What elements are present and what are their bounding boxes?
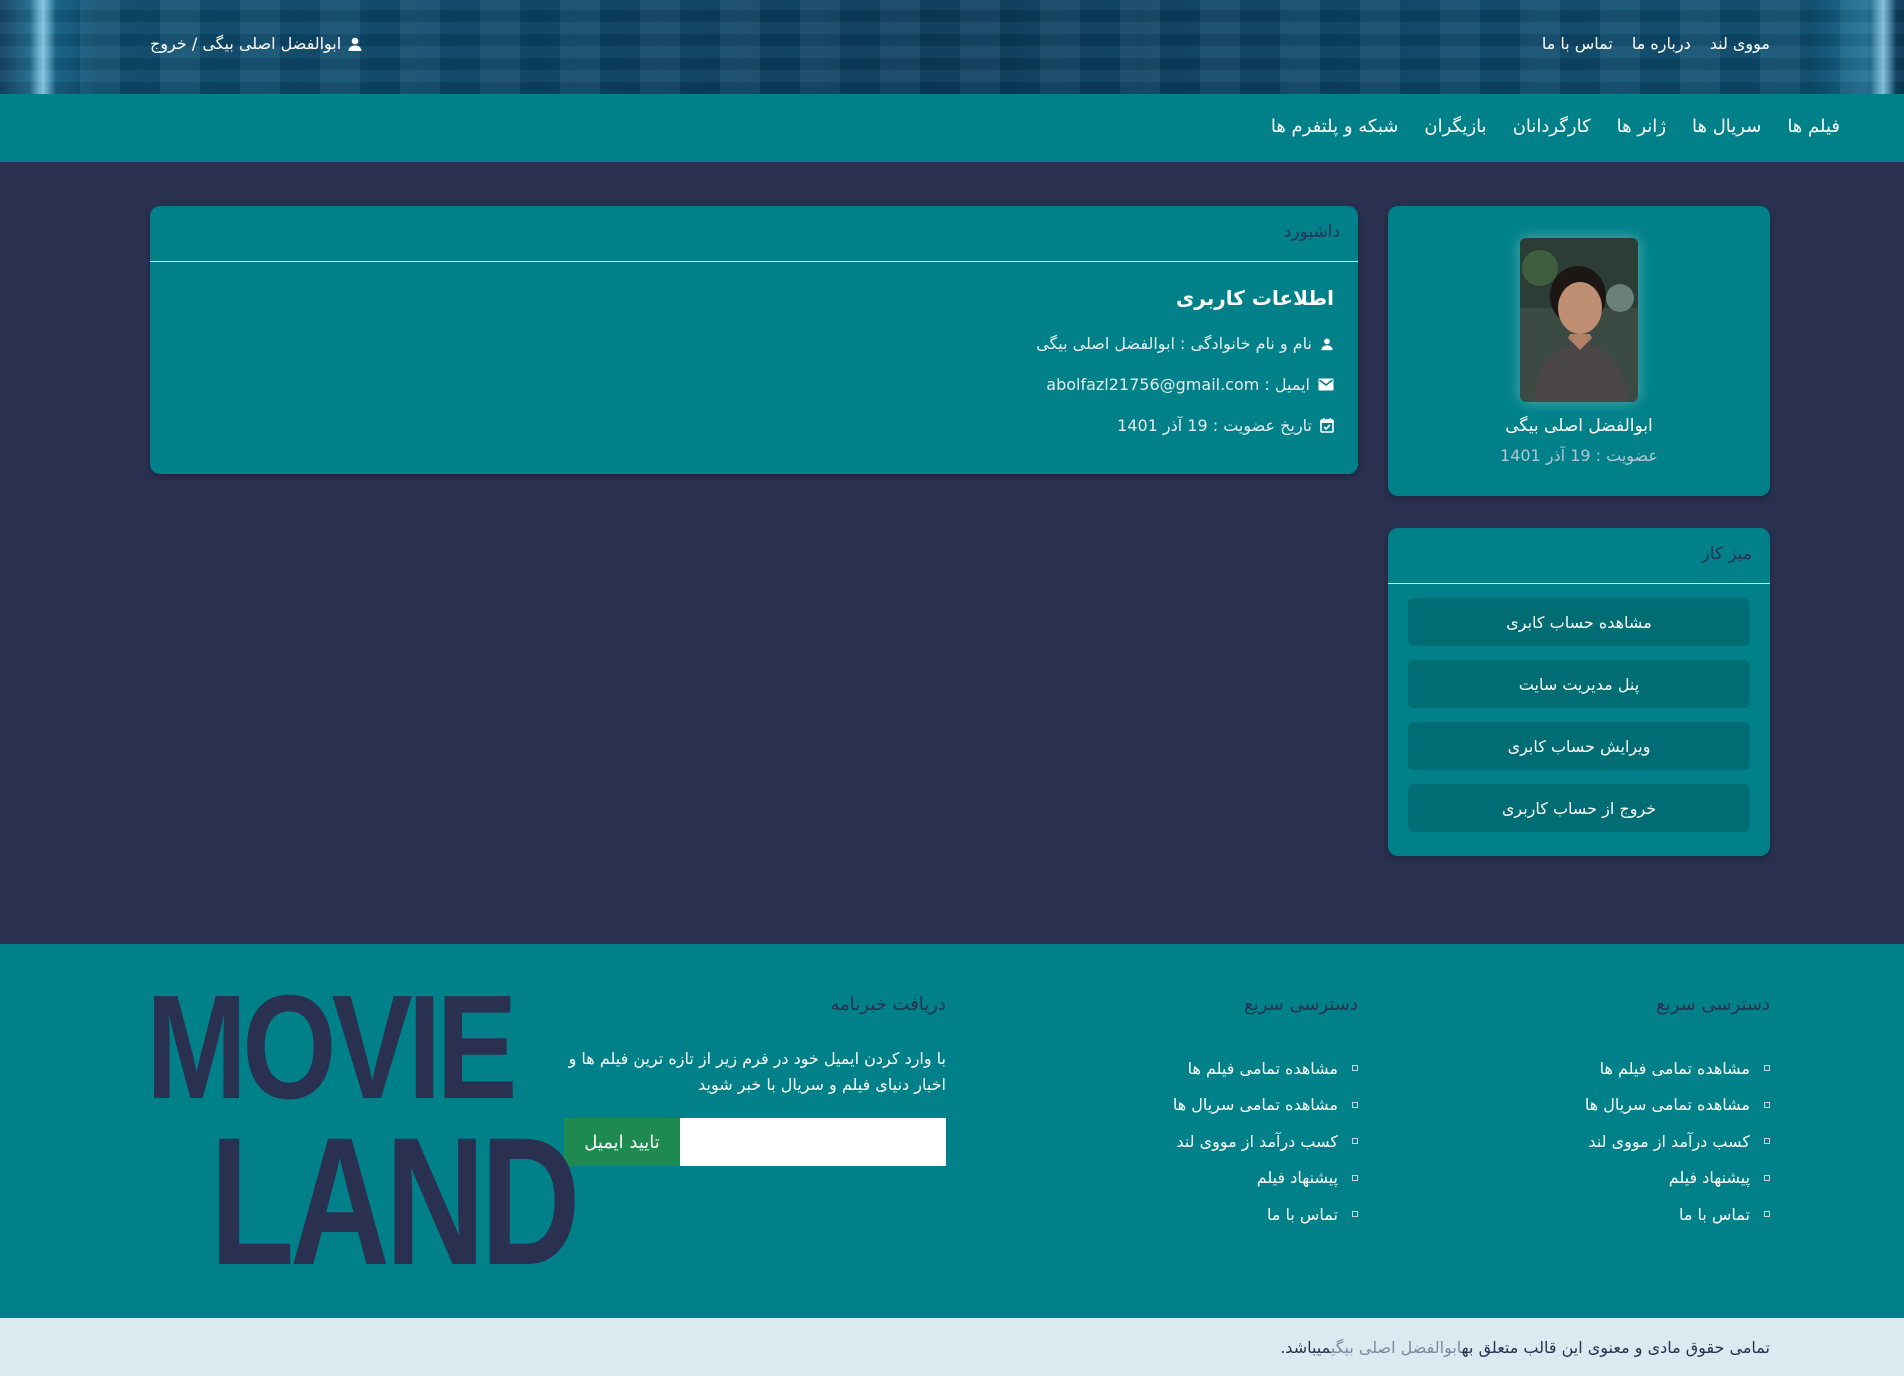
footer-link[interactable]: پیشنهاد فیلم (1585, 1160, 1770, 1197)
footer-link[interactable]: تماس با ما (1585, 1196, 1770, 1233)
footer-link[interactable]: کسب درآمد از مووی لند (1173, 1123, 1358, 1160)
footer-link-label: کسب درآمد از مووی لند (1176, 1131, 1338, 1151)
info-joined-text: تاریخ عضویت : 19 آذر 1401 (1117, 416, 1312, 435)
footer-link-label: پیشنهاد فیلم (1668, 1168, 1750, 1188)
newsletter-description: با وارد کردن ایمیل خود در فرم زیر از تاز… (568, 1049, 946, 1094)
top-nav-contact[interactable]: تماس با ما (1542, 34, 1613, 53)
copyright-owner-link[interactable]: ابوالفضل اصلی بیگی (1331, 1338, 1462, 1357)
banner-light-right (1870, 0, 1896, 94)
desk-title: میز کار (1388, 528, 1770, 584)
user-logout-label: ابوالفضل اصلی بیگی / خروج (150, 34, 342, 53)
info-email: ایمیل : abolfazl21756@gmail.com (1046, 375, 1334, 394)
footer-link-label: مشاهده تمامی سریال ها (1584, 1095, 1750, 1115)
footer-col2-links: مشاهده تمامی فیلم ها مشاهده تمامی سریال … (1173, 1050, 1358, 1233)
movieland-logo: MOVIE LAND (146, 974, 580, 1293)
user-info-title: اطلاعات کاربری (1175, 286, 1334, 310)
nav-genres[interactable]: ژانر ها (1617, 116, 1666, 137)
footer-col2-title: دسترسی سریع (1244, 994, 1358, 1015)
bullet-icon (1352, 1101, 1358, 1108)
desk-card: میز کار مشاهده حساب کابری پنل مدیریت سای… (1388, 528, 1770, 856)
info-email-text: ایمیل : abolfazl21756@gmail.com (1046, 375, 1310, 394)
footer-col1-links: مشاهده تمامی فیلم ها مشاهده تمامی سریال … (1585, 1050, 1770, 1233)
top-banner: مووی لند درباره ما تماس با ما ابوالفضل ا… (0, 0, 1904, 94)
admin-panel-button[interactable]: پنل مدیریت سایت (1408, 660, 1750, 708)
info-joined: تاریخ عضویت : 19 آذر 1401 (1117, 416, 1334, 435)
footer-link-label: مشاهده تمامی فیلم ها (1187, 1058, 1338, 1078)
bullet-icon (1764, 1065, 1770, 1072)
avatar (1520, 238, 1638, 402)
copyright-bar: تمامی حقوق مادی و معنوی این قالب متعلق ب… (0, 1318, 1904, 1376)
footer-link[interactable]: کسب درآمد از مووی لند (1585, 1123, 1770, 1160)
footer-link[interactable]: پیشنهاد فیلم (1173, 1160, 1358, 1197)
calendar-check-icon (1320, 418, 1334, 433)
newsletter-form: تایید ایمیل (564, 1118, 946, 1166)
footer-link-label: مشاهده تمامی فیلم ها (1599, 1058, 1750, 1078)
mail-icon (1318, 378, 1334, 391)
top-nav-home[interactable]: مووی لند (1710, 34, 1770, 53)
newsletter-submit-button[interactable]: تایید ایمیل (564, 1118, 680, 1166)
copyright-text: تمامی حقوق مادی و معنوی این قالب متعلق ب… (1280, 1338, 1770, 1357)
view-account-button[interactable]: مشاهده حساب کابری (1408, 598, 1750, 646)
bullet-icon (1352, 1065, 1358, 1072)
footer-link-label: مشاهده تمامی سریال ها (1172, 1095, 1338, 1115)
banner-light-left (30, 0, 56, 94)
dashboard-title: داشبورد (150, 206, 1358, 262)
profile-name: ابوالفضل اصلی بیگی (1505, 416, 1653, 436)
nav-directors[interactable]: کارگردانان (1513, 116, 1591, 137)
nav-actors[interactable]: بازیگران (1424, 116, 1486, 137)
footer-link-label: تماس با ما (1266, 1204, 1338, 1224)
edit-account-button[interactable]: ویرایش حساب کابری (1408, 722, 1750, 770)
logo-line2: LAND (210, 1099, 580, 1303)
profile-membership: عضویت : 19 آذر 1401 (1500, 446, 1658, 465)
bullet-icon (1352, 1211, 1358, 1218)
footer-link[interactable]: مشاهده تمامی فیلم ها (1173, 1050, 1358, 1087)
dashboard-card: داشبورد اطلاعات کاربری نام و نام خانوادگ… (150, 206, 1358, 474)
user-icon (1320, 337, 1334, 351)
top-nav-about[interactable]: درباره ما (1632, 34, 1691, 53)
footer-link[interactable]: مشاهده تمامی فیلم ها (1585, 1050, 1770, 1087)
footer-link[interactable]: مشاهده تمامی سریال ها (1173, 1087, 1358, 1124)
bullet-icon (1764, 1211, 1770, 1218)
footer-link-label: تماس با ما (1678, 1204, 1750, 1224)
footer-col1-title: دسترسی سریع (1656, 994, 1770, 1015)
newsletter-title: دریافت خبرنامه (830, 994, 946, 1015)
user-logout-link[interactable]: ابوالفضل اصلی بیگی / خروج (150, 34, 363, 53)
copyright-suffix: میباشد. (1280, 1338, 1331, 1357)
user-icon (347, 36, 363, 52)
info-fullname: نام و نام خانوادگی : ابوالفضل اصلی بیگی (1036, 334, 1334, 353)
bullet-icon (1764, 1138, 1770, 1145)
bullet-icon (1352, 1138, 1358, 1145)
info-fullname-text: نام و نام خانوادگی : ابوالفضل اصلی بیگی (1036, 334, 1312, 353)
bullet-icon (1764, 1101, 1770, 1108)
nav-networks[interactable]: شبکه و پلتفرم ها (1271, 116, 1399, 137)
nav-movies[interactable]: فیلم ها (1787, 116, 1840, 137)
footer-link[interactable]: مشاهده تمامی سریال ها (1585, 1087, 1770, 1124)
footer-link-label: پیشنهاد فیلم (1256, 1168, 1338, 1188)
nav-series[interactable]: سریال ها (1692, 116, 1761, 137)
footer: دسترسی سریع مشاهده تمامی فیلم ها مشاهده … (0, 944, 1904, 1318)
bullet-icon (1764, 1174, 1770, 1181)
profile-card: ابوالفضل اصلی بیگی عضویت : 19 آذر 1401 (1388, 206, 1770, 496)
footer-link-label: کسب درآمد از مووی لند (1588, 1131, 1750, 1151)
logout-button[interactable]: خروج از حساب کاربری (1408, 784, 1750, 832)
top-nav: مووی لند درباره ما تماس با ما (1542, 34, 1770, 53)
main-nav: فیلم ها سریال ها ژانر ها کارگردانان بازی… (0, 94, 1904, 162)
newsletter-email-input[interactable] (680, 1118, 946, 1166)
copyright-prefix: تمامی حقوق مادی و معنوی این قالب متعلق ب… (1461, 1338, 1770, 1357)
bullet-icon (1352, 1174, 1358, 1181)
footer-link[interactable]: تماس با ما (1173, 1196, 1358, 1233)
